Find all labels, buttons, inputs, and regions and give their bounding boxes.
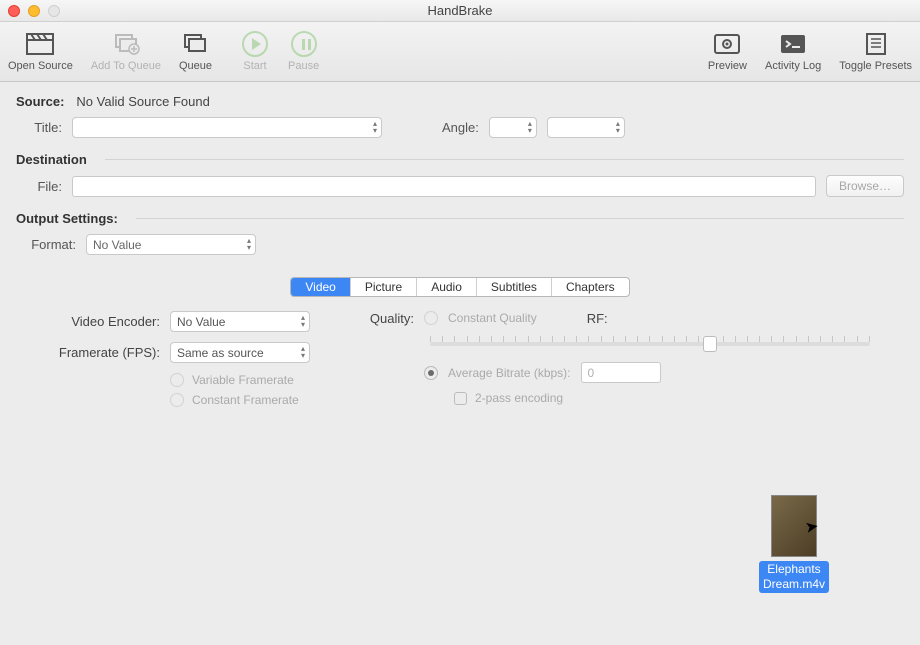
slider-thumb[interactable] bbox=[703, 336, 717, 352]
file-label: File: bbox=[16, 179, 62, 194]
angle-label: Angle: bbox=[442, 120, 479, 135]
title-label: Title: bbox=[16, 120, 62, 135]
tab-chapters[interactable]: Chapters bbox=[552, 278, 629, 296]
two-pass-checkbox[interactable] bbox=[454, 392, 467, 405]
pause-icon bbox=[289, 31, 319, 57]
clapperboard-icon bbox=[25, 31, 55, 57]
presets-icon bbox=[861, 31, 891, 57]
two-pass-label: 2-pass encoding bbox=[475, 391, 563, 405]
format-label: Format: bbox=[16, 237, 76, 252]
queue-button[interactable]: Queue bbox=[179, 31, 212, 72]
toggle-presets-button[interactable]: Toggle Presets bbox=[839, 31, 912, 72]
source-label: Source: bbox=[16, 94, 64, 109]
quality-slider[interactable] bbox=[430, 342, 870, 346]
framerate-select[interactable]: Same as source bbox=[170, 342, 310, 363]
dragged-file[interactable]: ElephantsDream.m4v bbox=[754, 495, 834, 593]
titlebar: HandBrake bbox=[0, 0, 920, 22]
toolbar: Open Source Add To Queue Queue Start Pau… bbox=[0, 22, 920, 82]
tab-video[interactable]: Video bbox=[291, 278, 350, 296]
destination-heading: Destination bbox=[16, 152, 87, 167]
variable-framerate-label: Variable Framerate bbox=[192, 373, 294, 387]
cursor-icon: ➤ bbox=[803, 516, 820, 538]
add-to-queue-button[interactable]: Add To Queue bbox=[91, 31, 161, 72]
activity-log-label: Activity Log bbox=[765, 60, 821, 72]
browse-button[interactable]: Browse… bbox=[826, 175, 904, 197]
minimize-icon[interactable] bbox=[28, 5, 40, 17]
constant-quality-label: Constant Quality bbox=[448, 311, 537, 325]
close-icon[interactable] bbox=[8, 5, 20, 17]
pause-button[interactable]: Pause bbox=[288, 31, 319, 72]
open-source-label: Open Source bbox=[8, 60, 73, 72]
constant-framerate-label: Constant Framerate bbox=[192, 393, 299, 407]
settings-panel: Video Picture Audio Subtitles Chapters V… bbox=[16, 263, 904, 623]
dragged-file-name: ElephantsDream.m4v bbox=[759, 561, 829, 593]
window-title: HandBrake bbox=[0, 3, 920, 18]
constant-quality-radio[interactable] bbox=[424, 311, 438, 325]
quality-label: Quality: bbox=[354, 311, 414, 326]
framerate-label: Framerate (FPS): bbox=[50, 345, 160, 360]
content-area: Source: No Valid Source Found Title: ▴▾ … bbox=[0, 82, 920, 623]
add-to-queue-icon bbox=[111, 31, 141, 57]
source-row: Source: No Valid Source Found bbox=[16, 94, 904, 109]
play-icon bbox=[240, 31, 270, 57]
average-bitrate-radio[interactable] bbox=[424, 366, 438, 380]
variable-framerate-radio[interactable] bbox=[170, 373, 184, 387]
range-select[interactable] bbox=[547, 117, 625, 138]
preview-button[interactable]: Preview bbox=[708, 31, 747, 72]
average-bitrate-field[interactable] bbox=[581, 362, 661, 383]
video-encoder-select[interactable]: No Value bbox=[170, 311, 310, 332]
start-label: Start bbox=[243, 60, 266, 72]
file-field[interactable] bbox=[72, 176, 816, 197]
activity-log-button[interactable]: Activity Log bbox=[765, 31, 821, 72]
queue-label: Queue bbox=[179, 60, 212, 72]
zoom-icon[interactable] bbox=[48, 5, 60, 17]
average-bitrate-label: Average Bitrate (kbps): bbox=[448, 366, 571, 380]
source-status: No Valid Source Found bbox=[76, 94, 209, 109]
tab-subtitles[interactable]: Subtitles bbox=[477, 278, 552, 296]
title-select[interactable] bbox=[72, 117, 382, 138]
preview-icon bbox=[712, 31, 742, 57]
output-settings-heading: Output Settings: bbox=[16, 211, 118, 226]
rf-label: RF: bbox=[587, 311, 608, 326]
pause-label: Pause bbox=[288, 60, 319, 72]
tab-bar: Video Picture Audio Subtitles Chapters bbox=[290, 277, 629, 297]
format-select[interactable]: No Value bbox=[86, 234, 256, 255]
toggle-presets-label: Toggle Presets bbox=[839, 60, 912, 72]
start-button[interactable]: Start bbox=[240, 31, 270, 72]
traffic-lights bbox=[8, 5, 60, 17]
tab-audio[interactable]: Audio bbox=[417, 278, 477, 296]
preview-label: Preview bbox=[708, 60, 747, 72]
angle-select[interactable] bbox=[489, 117, 537, 138]
constant-framerate-radio[interactable] bbox=[170, 393, 184, 407]
tab-picture[interactable]: Picture bbox=[351, 278, 417, 296]
terminal-icon bbox=[778, 31, 808, 57]
queue-icon bbox=[180, 31, 210, 57]
open-source-button[interactable]: Open Source bbox=[8, 31, 73, 72]
add-to-queue-label: Add To Queue bbox=[91, 60, 161, 72]
video-encoder-label: Video Encoder: bbox=[50, 314, 160, 329]
